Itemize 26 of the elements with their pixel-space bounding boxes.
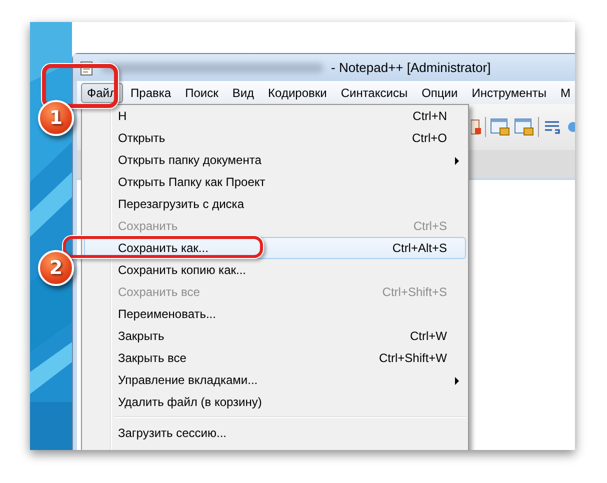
menu-item[interactable]: Удалить файл (в корзину) (84, 391, 466, 413)
menu-bar-item[interactable]: Вид (226, 82, 260, 102)
toolbar-icon[interactable] (567, 119, 575, 135)
menu-bar-item[interactable]: Правка (124, 82, 178, 102)
menu-item[interactable]: Загрузить сессию... (84, 422, 466, 444)
menu-item[interactable]: Н Ctrl+N (84, 105, 466, 127)
menu-bar-item[interactable]: Инструменты (466, 82, 553, 102)
locked-window-icon[interactable] (490, 118, 510, 136)
menu-item[interactable]: Открыть Папку как Проект (84, 171, 466, 193)
menu-bar-item[interactable]: М (554, 82, 575, 102)
menu-item[interactable]: Открыть папку документа (84, 149, 466, 171)
menu-item[interactable]: Закрыть все Ctrl+Shift+W (84, 347, 466, 369)
word-wrap-icon[interactable] (543, 119, 563, 135)
window-title: - Notepad++ [Administrator] (331, 60, 491, 75)
menu-item[interactable]: Управление вкладками... (84, 369, 466, 391)
menu-bar-item[interactable]: Опции (416, 82, 464, 102)
document-icon[interactable] (471, 118, 481, 136)
menu-item[interactable]: Переименовать... (84, 303, 466, 325)
menu-bar-item[interactable]: Поиск (179, 82, 224, 102)
menu-item[interactable]: Открыть Ctrl+O (84, 127, 466, 149)
menu-item[interactable]: Перезагрузить с диска (84, 193, 466, 215)
menu-item[interactable]: Закрыть Ctrl+W (84, 325, 466, 347)
menu-bar-item[interactable]: Кодировки (262, 82, 333, 102)
menu-item[interactable]: Сохранить копию как... (84, 259, 466, 281)
menu-bar-item[interactable]: Синтаксисы (334, 82, 414, 102)
locked-window-icon[interactable] (514, 118, 534, 136)
